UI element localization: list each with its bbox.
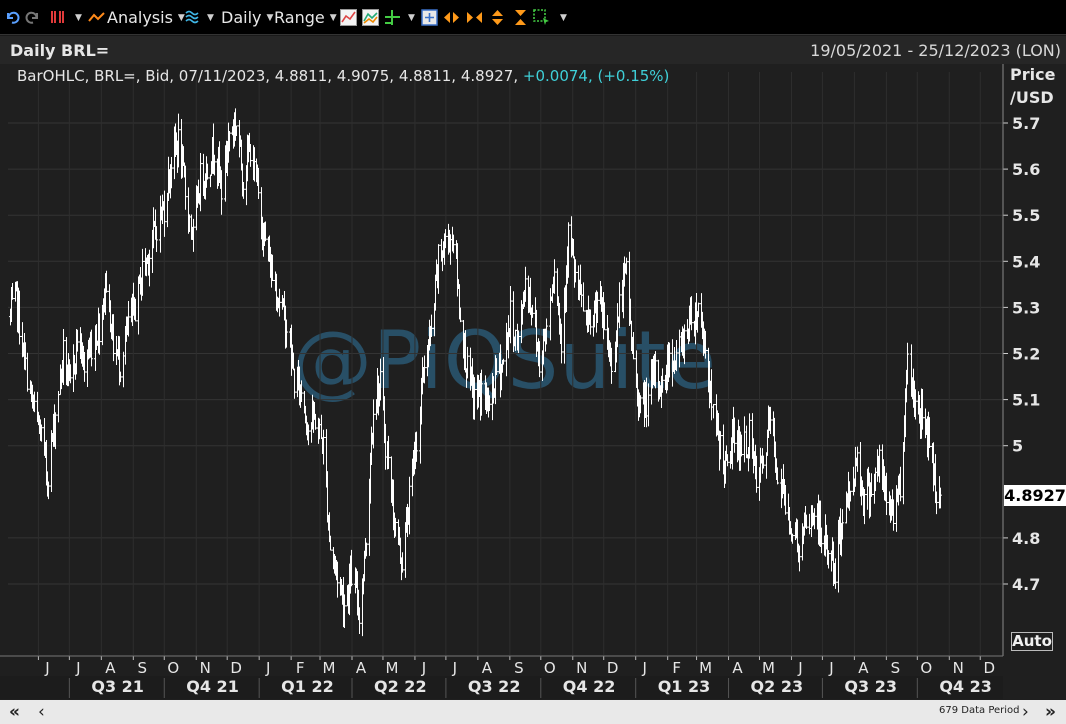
x-month-label: O bbox=[920, 659, 932, 677]
scroll-right-fast-button[interactable]: » bbox=[1045, 700, 1056, 724]
x-month-label: J bbox=[75, 659, 80, 677]
quarter-label: Q1 23 bbox=[657, 677, 711, 696]
x-month-label: N bbox=[200, 659, 211, 677]
x-month-label: O bbox=[544, 659, 556, 677]
y-tick-label: 5.6 bbox=[1012, 160, 1040, 179]
x-month-label: N bbox=[576, 659, 587, 677]
x-month-label: O bbox=[167, 659, 179, 677]
ohlc-info-values: BarOHLC, BRL=, Bid, 07/11/2023, 4.8811, … bbox=[17, 67, 519, 85]
y-tick-label: 5 bbox=[1012, 437, 1023, 456]
quarter-label: Q4 22 bbox=[562, 677, 616, 696]
x-month-label: F bbox=[296, 659, 305, 677]
x-month-label: J bbox=[265, 659, 270, 677]
quarter-label: Q3 22 bbox=[467, 677, 521, 696]
x-month-label: A bbox=[732, 659, 743, 677]
axis-unit-line2: /USD bbox=[1010, 88, 1054, 107]
y-tick-label: 5.1 bbox=[1012, 391, 1040, 410]
y-tick-label: 4.7 bbox=[1012, 575, 1040, 594]
grid-lines bbox=[8, 72, 1003, 655]
x-month-label: J bbox=[797, 659, 802, 677]
x-month-label: J bbox=[828, 659, 833, 677]
x-month-label: J bbox=[452, 659, 457, 677]
x-month-label: S bbox=[138, 659, 148, 677]
x-month-label: A bbox=[356, 659, 367, 677]
y-tick-label: 5.4 bbox=[1012, 252, 1040, 271]
quarter-label: Q3 21 bbox=[91, 677, 144, 696]
axis-unit-line1: Price bbox=[1010, 65, 1056, 84]
x-month-label: D bbox=[230, 659, 242, 677]
x-month-label: D bbox=[983, 659, 995, 677]
x-month-label: J bbox=[44, 659, 49, 677]
x-month-label: N bbox=[953, 659, 964, 677]
x-axis-ticks: JJASONDJFMAMJJASONDJFMAMJJASOND bbox=[0, 655, 1003, 677]
scroll-left-fast-button[interactable]: « bbox=[9, 700, 20, 724]
data-period-label: 679 Data Period bbox=[939, 705, 1020, 716]
quarter-label: Q2 22 bbox=[374, 677, 427, 696]
x-month-label: S bbox=[514, 659, 524, 677]
quarter-label: Q3 23 bbox=[844, 677, 897, 696]
y-tick-label: 4.8 bbox=[1012, 529, 1040, 548]
scroll-left-button[interactable]: ‹ bbox=[38, 700, 45, 724]
x-month-label: J bbox=[641, 659, 646, 677]
x-month-label: S bbox=[891, 659, 901, 677]
x-month-label: A bbox=[482, 659, 493, 677]
x-month-label: A bbox=[105, 659, 116, 677]
quarter-label: Q4 21 bbox=[186, 677, 239, 696]
x-month-label: M bbox=[762, 659, 775, 677]
x-month-label: A bbox=[858, 659, 869, 677]
price-chart[interactable]: 5.75.65.55.45.35.25.154.84.7 JJASONDJFMA… bbox=[0, 0, 1066, 724]
y-tick-label: 5.5 bbox=[1012, 206, 1040, 225]
ohlc-bars bbox=[9, 108, 942, 637]
quarter-label: Q1 22 bbox=[281, 677, 334, 696]
auto-scale-button[interactable]: Auto bbox=[1011, 632, 1053, 651]
y-axis-ticks: 5.7 5.6 5.5 5.4 5.3 5.2 5.1 5 4.8 4.7 bbox=[1002, 64, 1040, 656]
x-month-label: D bbox=[607, 659, 619, 677]
quarter-label: Q2 23 bbox=[750, 677, 804, 696]
x-month-label: F bbox=[672, 659, 681, 677]
ohlc-info-line: BarOHLC, BRL=, Bid, 07/11/2023, 4.8811, … bbox=[17, 67, 669, 85]
quarter-label: Q4 23 bbox=[939, 677, 992, 696]
y-tick-label: 5.7 bbox=[1012, 114, 1040, 133]
x-month-label: M bbox=[385, 659, 398, 677]
y-tick-label: 5.2 bbox=[1012, 345, 1040, 364]
scroll-bar[interactable] bbox=[0, 700, 1066, 724]
ohlc-info-change: +0.0074, (+0.15%) bbox=[522, 67, 670, 85]
scroll-right-button[interactable]: › bbox=[1022, 700, 1029, 724]
x-month-label: M bbox=[699, 659, 712, 677]
y-tick-label: 5.3 bbox=[1012, 298, 1040, 317]
last-price-label: 4.8927 bbox=[1004, 485, 1066, 507]
x-month-label: M bbox=[323, 659, 336, 677]
x-month-label: J bbox=[421, 659, 426, 677]
